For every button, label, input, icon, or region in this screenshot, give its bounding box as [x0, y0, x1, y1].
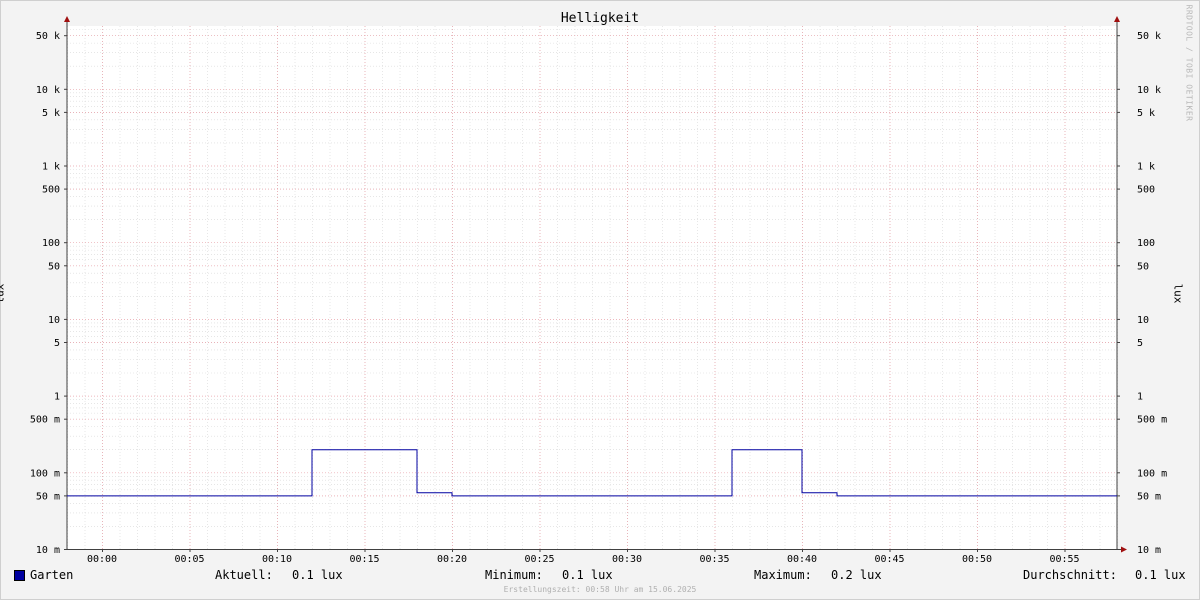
- y-tick-label-left: 5: [54, 338, 60, 349]
- x-tick-label: 00:35: [699, 554, 729, 565]
- x-axis-arrow: [1121, 546, 1127, 553]
- y-tick-label-left: 500: [42, 185, 60, 196]
- y-tick-label-right: 50: [1137, 261, 1149, 272]
- x-tick-label: 00:00: [87, 554, 117, 565]
- legend-avg-value: 0.1 lux: [1135, 568, 1186, 582]
- x-tick-label: 00:15: [349, 554, 379, 565]
- y-axis-label-left: lux: [0, 283, 7, 304]
- y-tick-label-right: 50 m: [1137, 491, 1161, 502]
- y-tick-label-right: 500: [1137, 185, 1155, 196]
- legend-max-value: 0.2 lux: [831, 568, 882, 582]
- y-tick-label-left: 1: [54, 392, 60, 403]
- legend-max-label: Maximum:: [754, 568, 812, 582]
- y-tick-label-left: 5 k: [42, 108, 60, 119]
- legend-min-value: 0.1 lux: [562, 568, 613, 582]
- grid: [67, 26, 1118, 550]
- legend-series-name: Garten: [30, 568, 74, 582]
- y-tick-label-left: 50 k: [36, 31, 60, 42]
- y-tick-label-right: 10 k: [1137, 85, 1161, 96]
- x-tick-label: 00:45: [874, 554, 904, 565]
- x-tick-label: 00:25: [524, 554, 554, 565]
- x-tick-label: 00:50: [962, 554, 992, 565]
- y-tick-label-left: 10 m: [36, 545, 60, 556]
- y-axis-label-right: lux: [1171, 283, 1185, 304]
- y-tick-label-left: 10: [48, 315, 60, 326]
- y-tick-label-right: 10: [1137, 315, 1149, 326]
- legend-current-label: Aktuell:: [215, 568, 273, 582]
- y-tick-label-right: 100: [1137, 238, 1155, 249]
- legend-current-value: 0.1 lux: [292, 568, 343, 582]
- y-tick-label-right: 5 k: [1137, 108, 1155, 119]
- legend-avg-label: Durchschnitt:: [1023, 568, 1117, 582]
- y-tick-label-right: 1 k: [1137, 162, 1155, 173]
- watermark: RRDTOOL / TOBI OETIKER: [1184, 4, 1194, 122]
- x-tick-label: 00:55: [1049, 554, 1079, 565]
- plot-area: [67, 26, 1117, 549]
- legend-min-label: Minimum:: [485, 568, 543, 582]
- x-tick-label: 00:05: [174, 554, 204, 565]
- y-tick-label-left: 10 k: [36, 85, 60, 96]
- y-tick-label-right: 10 m: [1137, 545, 1161, 556]
- y-tick-label-left: 1 k: [42, 162, 60, 173]
- y-tick-label-left: 50: [48, 261, 60, 272]
- y-tick-label-right: 5: [1137, 338, 1143, 349]
- x-tick-label: 00:10: [262, 554, 292, 565]
- chart-title: Helligkeit: [560, 11, 640, 26]
- footer-timestamp: Erstellungszeit: 00:58 Uhr am 15.06.2025: [503, 585, 697, 594]
- y-tick-label-left: 500 m: [30, 415, 60, 426]
- legend: Garten Aktuell: 0.1 lux Minimum: 0.1 lux…: [0, 568, 1200, 584]
- y-tick-label-right: 500 m: [1137, 415, 1167, 426]
- chart-canvas: 10 m 10 m 50 m 50 m 100 m 100 m 500 m 500 m 1 1 5 5…: [30, 16, 1167, 565]
- x-tick-label: 00:40: [787, 554, 817, 565]
- y-tick-label-left: 50 m: [36, 491, 60, 502]
- y-tick-label-right: 100 m: [1137, 468, 1167, 479]
- x-tick-label: 00:30: [612, 554, 642, 565]
- y-tick-label-left: 100 m: [30, 468, 60, 479]
- y-tick-label-left: 100: [42, 238, 60, 249]
- x-tick-label: 00:20: [437, 554, 467, 565]
- y-tick-label-right: 50 k: [1137, 31, 1161, 42]
- y-tick-label-right: 1: [1137, 392, 1143, 403]
